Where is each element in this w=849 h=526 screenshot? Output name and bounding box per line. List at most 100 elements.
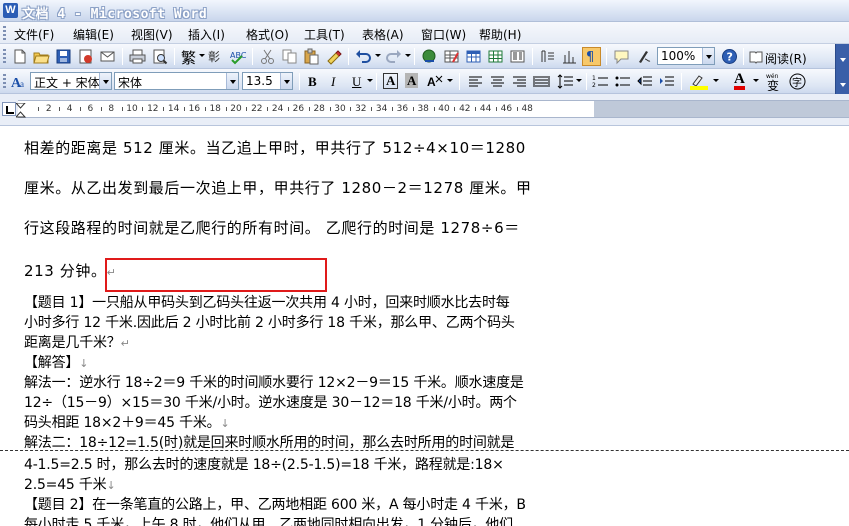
- ruler-tick: [433, 107, 435, 111]
- toolbar-options-icon[interactable]: [835, 44, 849, 69]
- bold-button[interactable]: B: [308, 74, 317, 90]
- redo-dropdown-icon[interactable]: [405, 54, 411, 57]
- underline-button[interactable]: U: [352, 74, 361, 90]
- cut-icon[interactable]: [258, 47, 277, 66]
- zoom-value: 100%: [661, 49, 696, 63]
- menu-tools[interactable]: 工具(T): [304, 26, 345, 43]
- fanti-dropdown-icon[interactable]: [199, 54, 205, 57]
- highlight-dropdown-icon[interactable]: [713, 79, 719, 82]
- bullets-icon[interactable]: [613, 72, 632, 91]
- font-color-dropdown-icon[interactable]: [753, 79, 759, 82]
- menu-file[interactable]: 文件(F): [14, 26, 54, 43]
- phonetic-guide-icon[interactable]: wén 变: [764, 72, 786, 91]
- comment-icon[interactable]: [612, 47, 631, 66]
- ruler-number: 48: [521, 104, 533, 114]
- char-border-button[interactable]: A: [383, 73, 399, 89]
- underline-dropdown-icon[interactable]: [367, 79, 373, 82]
- print-icon[interactable]: [128, 47, 147, 66]
- spelling-icon[interactable]: ABC: [228, 47, 247, 66]
- undo-icon[interactable]: [354, 47, 373, 66]
- menu-format[interactable]: 格式(O): [246, 26, 289, 43]
- font-size-dropdown-arrow-icon[interactable]: [280, 73, 292, 89]
- font-color-button[interactable]: A: [734, 72, 745, 90]
- font-dropdown[interactable]: 宋体: [114, 72, 239, 90]
- line-spacing-dropdown-icon[interactable]: [576, 79, 582, 82]
- styles-formatting-icon[interactable]: Aa: [9, 72, 28, 91]
- align-left-icon[interactable]: [466, 72, 485, 91]
- paste-icon[interactable]: [302, 47, 321, 66]
- highlight-icon[interactable]: [688, 72, 712, 91]
- menu-edit[interactable]: 编辑(E): [73, 26, 114, 43]
- ruler-tick: [392, 107, 393, 111]
- toolbar-grip-icon[interactable]: [3, 49, 6, 64]
- line-spacing-icon[interactable]: [556, 72, 575, 91]
- italic-button[interactable]: I: [331, 74, 335, 90]
- char-shading-button[interactable]: A: [405, 73, 419, 88]
- style-dropdown[interactable]: 正文 + 宋体: [30, 72, 112, 90]
- new-document-icon[interactable]: [10, 47, 29, 66]
- asian-layout-icon[interactable]: A: [426, 72, 445, 91]
- redo-icon[interactable]: [384, 47, 403, 66]
- window-title: 文档 4 - Microsoft Word: [22, 7, 208, 22]
- numbering-icon[interactable]: 12: [591, 72, 610, 91]
- tables-borders-icon[interactable]: [442, 47, 461, 66]
- help-icon[interactable]: ?: [720, 47, 739, 66]
- open-folder-icon[interactable]: [32, 47, 51, 66]
- word-app-icon[interactable]: W: [3, 3, 18, 18]
- style-dropdown-arrow-icon[interactable]: [99, 73, 111, 89]
- ink-icon[interactable]: [634, 47, 653, 66]
- research-icon[interactable]: 彰: [206, 47, 225, 66]
- doc-line: 4-1.5=2.5 时，那么去时的速度就是 18÷(2.5-1.5)=18 千米…: [24, 457, 504, 473]
- columns-icon[interactable]: [508, 47, 527, 66]
- standard-toolbar: 繁 彰 ABC ¶ 100% ? 阅读(R): [0, 44, 849, 69]
- print-preview-icon[interactable]: [150, 47, 169, 66]
- svg-text:¶: ¶: [586, 50, 594, 65]
- menu-help[interactable]: 帮助(H): [479, 26, 521, 43]
- read-mode-button[interactable]: 阅读(R): [765, 50, 807, 67]
- document-map-icon[interactable]: [538, 47, 557, 66]
- insert-table-icon[interactable]: [464, 47, 483, 66]
- format-painter-icon[interactable]: [324, 47, 343, 66]
- menu-window[interactable]: 窗口(W): [421, 26, 466, 43]
- hyperlink-icon[interactable]: [420, 47, 439, 66]
- email-icon[interactable]: [98, 47, 117, 66]
- align-right-icon[interactable]: [510, 72, 529, 91]
- formatting-grip-icon[interactable]: [3, 74, 6, 89]
- enclose-characters-icon[interactable]: 字: [788, 72, 807, 91]
- align-center-icon[interactable]: [488, 72, 507, 91]
- save-icon[interactable]: [54, 47, 73, 66]
- svg-text:?: ?: [727, 51, 733, 64]
- menu-table[interactable]: 表格(A): [362, 26, 404, 43]
- font-size-dropdown[interactable]: 13.5: [242, 72, 293, 90]
- doc-line-text: 码头相距 18×2＋9＝45 千米。: [24, 415, 221, 431]
- menu-insert[interactable]: 插入(I): [188, 26, 225, 43]
- doc-line: 解法二：18÷12=1.5(时)就是回来时顺水所用的时间，那么去时所用的时间就是: [24, 435, 515, 451]
- menu-view[interactable]: 视图(V): [131, 26, 173, 43]
- tab-selector-icon[interactable]: [2, 102, 16, 116]
- ruler-tick: [329, 107, 331, 111]
- indent-marker-icon[interactable]: [16, 103, 26, 119]
- horizontal-ruler[interactable]: 2 4 6 8 10 12 14 16 18 20 22 24 26 28 30 32 34 36 38 40 42 44…: [0, 94, 849, 126]
- distributed-icon[interactable]: [532, 72, 551, 91]
- svg-text:2: 2: [592, 82, 596, 89]
- read-mode-icon[interactable]: [748, 47, 764, 66]
- permission-icon[interactable]: [76, 47, 95, 66]
- ruler-tick: [454, 107, 456, 111]
- menu-grip-icon[interactable]: [3, 26, 6, 40]
- formatting-options-icon[interactable]: [835, 69, 849, 94]
- ruler-number: 16: [188, 104, 201, 114]
- zoom-dropdown-arrow-icon[interactable]: [702, 48, 714, 64]
- undo-dropdown-icon[interactable]: [375, 54, 381, 57]
- decrease-indent-icon[interactable]: [635, 72, 654, 91]
- ruler-tick: [184, 107, 185, 111]
- show-hide-marks-icon[interactable]: ¶: [582, 47, 601, 66]
- drawing-icon[interactable]: [560, 47, 579, 66]
- insert-excel-icon[interactable]: [486, 47, 505, 66]
- zoom-dropdown[interactable]: 100%: [657, 47, 715, 65]
- copy-icon[interactable]: [280, 47, 299, 66]
- font-dropdown-arrow-icon[interactable]: [226, 73, 238, 89]
- document-area[interactable]: 相差的距离是 512 厘米。当乙追上甲时，甲共行了 512÷4×10＝1280 …: [0, 126, 849, 526]
- asian-layout-dropdown-icon[interactable]: [447, 79, 453, 82]
- fanti-button[interactable]: 繁: [181, 47, 196, 68]
- increase-indent-icon[interactable]: [657, 72, 676, 91]
